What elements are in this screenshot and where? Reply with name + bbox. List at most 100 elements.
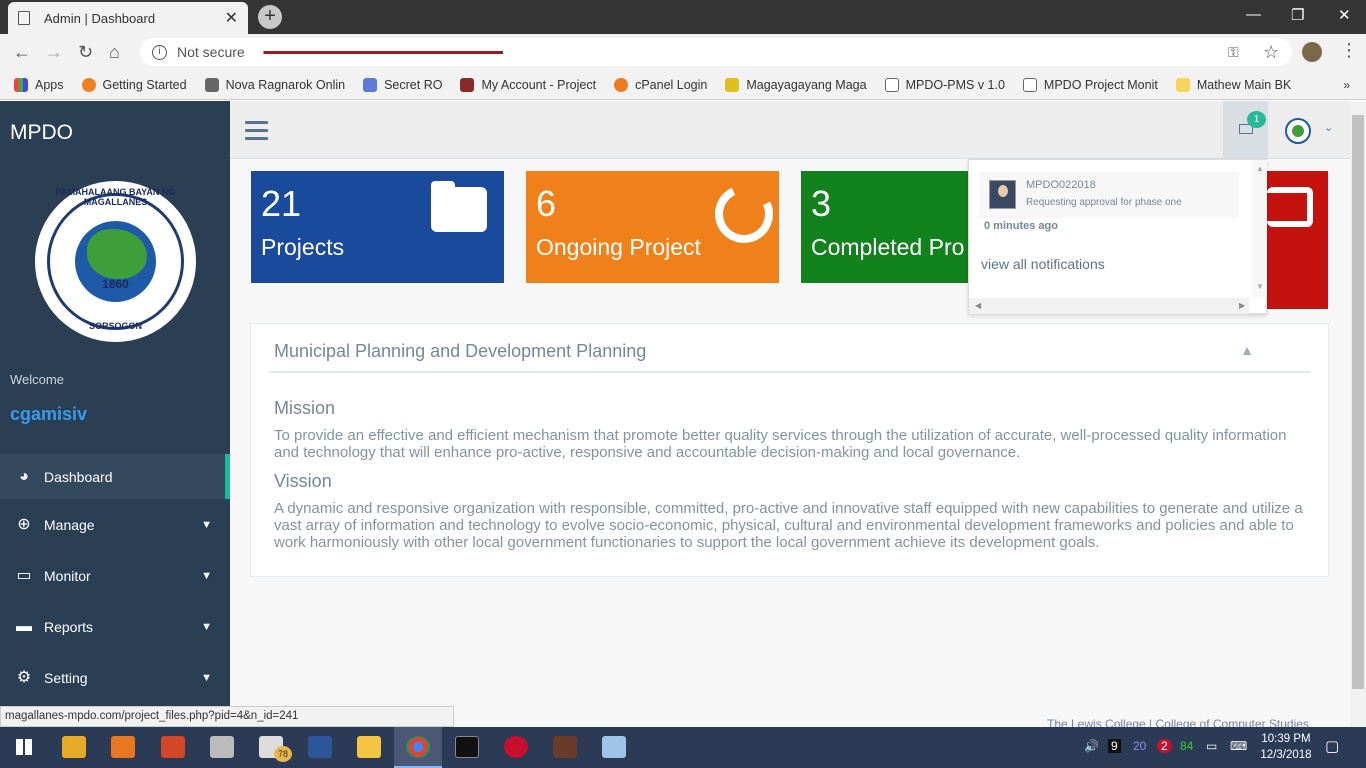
tray-number-2[interactable]: 20 — [1133, 739, 1146, 753]
browser-tab-bar: Admin | Dashboard ✕ + — ❐ ✕ — [0, 0, 1366, 34]
bookmark-magayagayang[interactable]: Magayagayang Maga — [725, 77, 867, 92]
site-icon — [725, 77, 740, 92]
back-icon[interactable]: ← — [13, 42, 31, 63]
logo-year: 1860 — [102, 277, 129, 291]
side-menu: ◕ Dashboard ⊕ Manage ▼ ▭ Monitor ▼ ▬ Rep… — [0, 454, 230, 703]
menu-item-manage[interactable]: ⊕ Manage ▼ — [0, 499, 230, 550]
ongoing-project-tile[interactable]: 6 Ongoing Project — [526, 171, 782, 283]
dashboard-icon: ◕ — [19, 467, 29, 485]
notification-vscrollbar[interactable]: ▲ ▼ — [1252, 160, 1267, 298]
document-icon — [18, 11, 30, 25]
close-tab-icon[interactable]: ✕ — [225, 8, 238, 28]
home-icon[interactable]: ⌂ — [109, 42, 120, 63]
chevron-down-icon[interactable]: ⌄ — [1324, 121, 1333, 134]
menu-item-reports[interactable]: ▬ Reports ▼ — [0, 601, 230, 652]
panel-title: Municipal Planning and Development Plann… — [274, 341, 647, 361]
t-app-icon[interactable] — [504, 736, 528, 758]
close-window-icon[interactable]: ✕ — [1338, 6, 1351, 24]
chevron-up-icon[interactable]: ▲ — [1240, 342, 1254, 358]
bookmark-apps[interactable]: Apps — [14, 77, 64, 92]
menu-item-dashboard[interactable]: ◕ Dashboard — [0, 454, 230, 499]
bookmark-getting-started[interactable]: Getting Started — [81, 77, 187, 92]
info-panel: Municipal Planning and Development Plann… — [250, 323, 1329, 577]
tray-number-3[interactable]: 2 — [1157, 739, 1172, 753]
bookmark-folder-icon — [1175, 77, 1190, 92]
hamburger-menu-icon[interactable] — [245, 121, 268, 145]
user-photo — [989, 180, 1016, 209]
key-icon[interactable]: ⚿ — [1228, 44, 1239, 61]
notification-message: Requesting approval for phase one — [1026, 197, 1182, 208]
notification-time: 0 minutes ago — [984, 220, 1058, 232]
chevron-down-icon: ▼ — [201, 671, 212, 684]
bookmark-cpanel[interactable]: cPanel Login — [614, 77, 707, 92]
more-bookmarks-icon[interactable]: » — [1343, 78, 1350, 92]
firefox-icon — [81, 77, 96, 92]
profile-avatar[interactable] — [1302, 42, 1322, 62]
plus-circle-icon: ⊕ — [17, 515, 31, 533]
mail-badge: 78 — [274, 746, 292, 762]
info-icon[interactable]: i — [152, 44, 167, 60]
tile-number: 3 — [811, 183, 832, 224]
chevron-down-icon: ▼ — [201, 620, 212, 633]
logo-text-bottom: SORSOGON — [88, 321, 142, 331]
scrollbar-thumb[interactable] — [1352, 115, 1364, 689]
windows-start-icon[interactable] — [16, 739, 32, 755]
system-clock[interactable]: 10:39 PM 12/3/2018 — [1256, 731, 1316, 763]
powerpoint-icon[interactable] — [161, 736, 185, 758]
vision-text: A dynamic and responsive organization wi… — [274, 500, 1303, 551]
chrome-icon[interactable] — [406, 736, 430, 758]
mission-text: To provide an effective and efficient me… — [274, 427, 1287, 461]
bookmark-nova-ragnarok[interactable]: Nova Ragnarok Onlin — [204, 77, 345, 92]
minimize-icon[interactable]: — — [1246, 6, 1261, 23]
terminal-icon[interactable] — [455, 736, 479, 758]
url-input[interactable]: i Not secure — [140, 38, 1292, 66]
approval-tile[interactable] — [1267, 171, 1328, 309]
tile-number: 6 — [536, 183, 557, 224]
bookmark-mpdo-project[interactable]: MPDO Project Monit — [1022, 77, 1158, 92]
folder-icon — [431, 181, 487, 232]
monitor-icon: ▭ — [16, 566, 32, 584]
media-player-icon[interactable] — [111, 736, 135, 758]
vision-heading: Vission — [274, 471, 332, 491]
user-avatar[interactable] — [1285, 118, 1311, 144]
clock-time: 10:39 PM — [1261, 733, 1311, 745]
notification-item[interactable]: MPDO022018 Requesting approval for phase… — [979, 172, 1239, 218]
feather-icon — [363, 77, 378, 92]
paint-icon[interactable] — [602, 736, 626, 758]
notification-hscrollbar[interactable]: ◀ ▶ — [969, 298, 1249, 314]
tray-number-1[interactable]: 9 — [1108, 739, 1121, 753]
new-tab-button[interactable]: + — [258, 5, 282, 29]
star-icon[interactable]: ☆ — [1263, 42, 1279, 63]
bookmark-my-account[interactable]: My Account - Project — [460, 77, 596, 92]
reload-icon[interactable]: ↻ — [78, 42, 93, 63]
view-all-notifications-link[interactable]: view all notifications — [981, 256, 1105, 272]
bookmark-secret-ro[interactable]: Secret RO — [363, 77, 442, 92]
game-app-icon[interactable] — [553, 736, 577, 758]
keyboard-icon[interactable]: ⌨ — [1230, 739, 1247, 753]
action-center-icon[interactable]: ▢ — [1325, 737, 1339, 755]
brand-title[interactable]: MPDO — [10, 121, 73, 145]
network-icon[interactable]: ▭ — [1206, 739, 1217, 753]
menu-icon[interactable]: ⋮ — [1340, 40, 1358, 61]
volume-icon[interactable]: 🔊 — [1084, 739, 1099, 753]
projects-tile[interactable]: 21 Projects — [251, 171, 504, 283]
browser-tab[interactable]: Admin | Dashboard ✕ — [8, 2, 248, 34]
restore-icon[interactable]: ❐ — [1291, 6, 1304, 24]
bookmark-mathew[interactable]: Mathew Main BK — [1175, 77, 1291, 92]
file-explorer-icon[interactable] — [357, 736, 381, 758]
game-controller-icon[interactable] — [210, 736, 234, 758]
redacted-url — [262, 50, 503, 54]
menu-item-monitor[interactable]: ▭ Monitor ▼ — [0, 550, 230, 601]
bookmark-mpdo-pms[interactable]: MPDO-PMS v 1.0 — [884, 77, 1005, 92]
store-icon[interactable] — [62, 736, 86, 758]
game-icon — [460, 77, 475, 92]
forward-icon[interactable]: → — [45, 42, 63, 63]
spinner-icon — [706, 176, 782, 252]
notification-dropdown: MPDO022018 Requesting approval for phase… — [968, 159, 1267, 314]
word-icon[interactable] — [308, 736, 332, 758]
menu-item-setting[interactable]: ⚙ Setting ▼ — [0, 652, 230, 703]
page-scrollbar[interactable] — [1350, 101, 1366, 727]
notifications-toggle[interactable]: 1 — [1223, 101, 1268, 159]
tray-number-4[interactable]: 84 — [1180, 739, 1193, 753]
divider — [268, 371, 1311, 373]
